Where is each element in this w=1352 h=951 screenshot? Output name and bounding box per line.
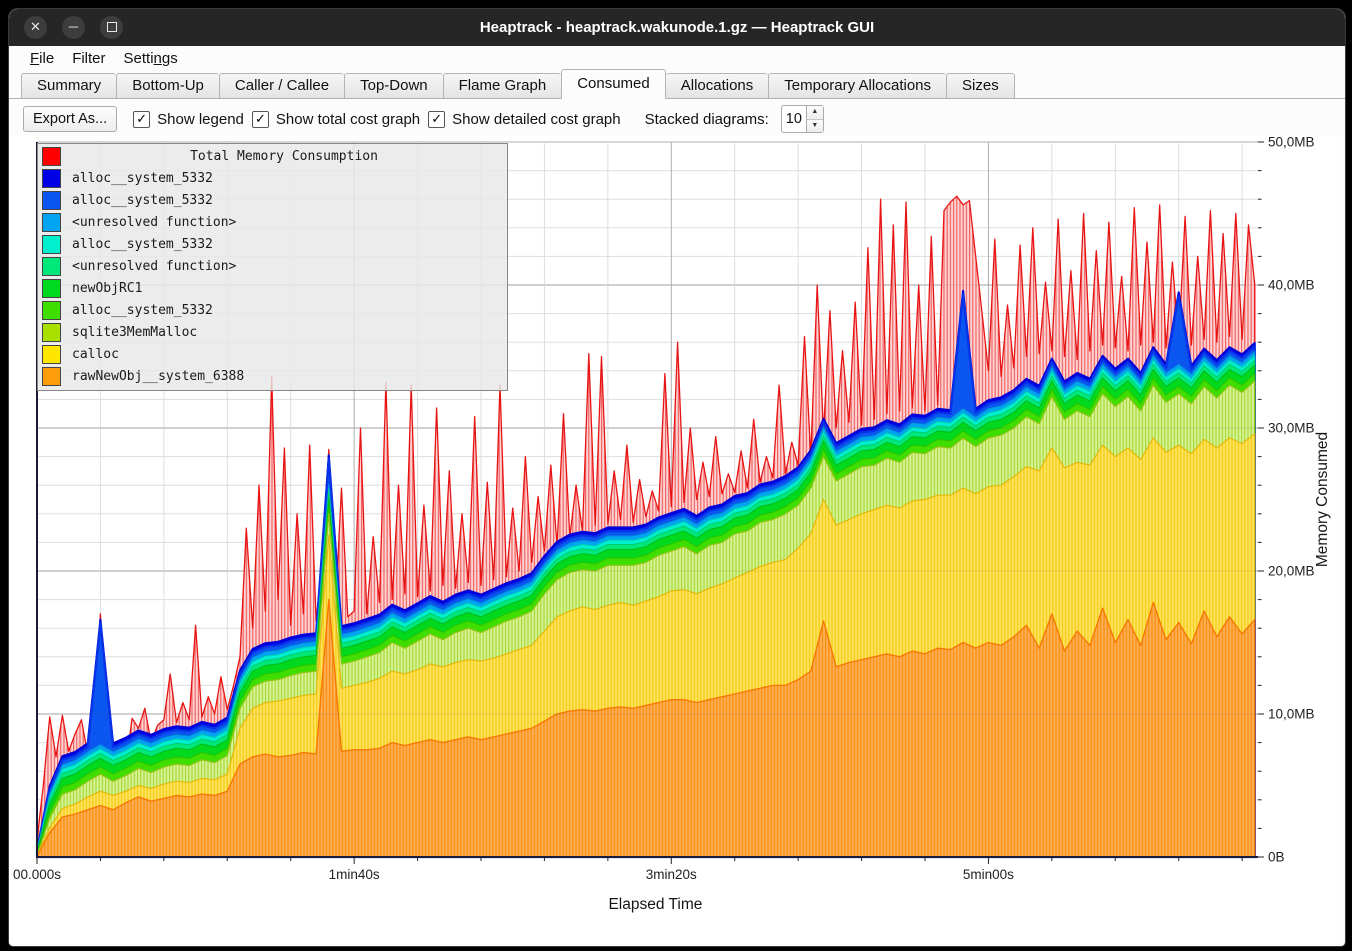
tab-flame-graph[interactable]: Flame Graph <box>443 73 562 99</box>
toolbar: Export As... ✓ Show legend ✓ Show total cos… <box>9 99 1345 139</box>
legend-row-rawNewObj: rawNewObj__system_6388 <box>38 365 507 387</box>
x-tick-label: 3min20s <box>646 867 697 882</box>
app-window: ✕ ─ Heaptrack - heaptrack.wakunode.1.gz … <box>8 8 1346 947</box>
titlebar: ✕ ─ Heaptrack - heaptrack.wakunode.1.gz … <box>9 9 1345 46</box>
checkbox-show-legend[interactable]: ✓ Show legend <box>133 111 244 128</box>
checkbox-show-total-cost-graph[interactable]: ✓ Show total cost graph <box>252 111 420 128</box>
legend-row-alloc_green: alloc__system_5332 <box>38 299 507 321</box>
legend-label: alloc__system_5332 <box>72 303 213 318</box>
legend-row-alloc_cyan: alloc__system_5332 <box>38 233 507 255</box>
checkbox-box[interactable]: ✓ <box>428 111 445 128</box>
legend-swatch-icon <box>42 213 61 232</box>
legend-label: sqlite3MemMalloc <box>72 325 197 340</box>
legend-row-calloc: calloc <box>38 343 507 365</box>
checkbox-box[interactable]: ✓ <box>252 111 269 128</box>
chart-area[interactable]: 0B 10,0MB 20,0MB 30,0MB 40,0MB 50,0MB 00.000s 1… <box>9 136 1343 944</box>
menubar: FileFilterSettings <box>9 46 1345 70</box>
tab-summary[interactable]: Summary <box>21 73 116 99</box>
checkbox-label: Show detailed cost graph <box>452 111 620 128</box>
legend-title: Total Memory Consumption <box>61 149 507 164</box>
y-tick-label: 10,0MB <box>1268 707 1315 722</box>
stacked-diagrams-label: Stacked diagrams: <box>645 111 769 128</box>
y-tick-label: 0B <box>1268 850 1285 865</box>
legend-label: calloc <box>72 347 119 362</box>
tab-allocations[interactable]: Allocations <box>666 73 769 99</box>
checkbox-label: Show legend <box>157 111 244 128</box>
stacked-diagrams-spinner[interactable]: 10 ▲ ▼ <box>781 105 824 133</box>
tab-sizes[interactable]: Sizes <box>946 73 1015 99</box>
x-tick-label: 5min00s <box>963 867 1014 882</box>
tab-temporary-allocations[interactable]: Temporary Allocations <box>768 73 946 99</box>
legend-row-total: Total Memory Consumption <box>38 145 507 167</box>
menu-item-file[interactable]: File <box>21 49 63 68</box>
legend-swatch-icon <box>42 323 61 342</box>
legend-row-alloc_blue: alloc__system_5332 <box>38 189 507 211</box>
checkbox-label: Show total cost graph <box>276 111 420 128</box>
legend-label: alloc__system_5332 <box>72 171 213 186</box>
y-tick-label: 50,0MB <box>1268 136 1315 150</box>
legend-label: <unresolved function> <box>72 215 236 230</box>
window-title: Heaptrack - heaptrack.wakunode.1.gz — He… <box>9 9 1345 46</box>
x-tick-label: 1min40s <box>329 867 380 882</box>
legend-swatch-icon <box>42 169 61 188</box>
checkbox-show-detailed-cost-graph[interactable]: ✓ Show detailed cost graph <box>428 111 620 128</box>
spinner-up-icon[interactable]: ▲ <box>807 106 823 120</box>
menu-item-settings[interactable]: Settings <box>115 49 187 68</box>
spinner-buttons: ▲ ▼ <box>806 106 823 132</box>
y-tick-label: 20,0MB <box>1268 564 1315 579</box>
legend-row-unresolved_blue: <unresolved function> <box>38 211 507 233</box>
y-tick-label: 30,0MB <box>1268 421 1315 436</box>
legend-swatch-icon <box>42 301 61 320</box>
y-tick-label: 40,0MB <box>1268 278 1315 293</box>
legend-label: alloc__system_5332 <box>72 237 213 252</box>
export-as-button[interactable]: Export As... <box>23 106 117 132</box>
tab-top-down[interactable]: Top-Down <box>344 73 443 99</box>
legend-swatch-icon <box>42 191 61 210</box>
legend-label: rawNewObj__system_6388 <box>72 369 244 384</box>
legend-swatch-icon <box>42 345 61 364</box>
checkbox-box[interactable]: ✓ <box>133 111 150 128</box>
legend-swatch-icon <box>42 367 61 386</box>
menu-item-filter[interactable]: Filter <box>63 49 114 68</box>
spinner-down-icon[interactable]: ▼ <box>807 120 823 133</box>
legend-swatch-icon <box>42 279 61 298</box>
legend-label: <unresolved function> <box>72 259 236 274</box>
chart-legend: Total Memory Consumption alloc__system_53… <box>37 143 508 391</box>
tabbar: SummaryBottom-UpCaller / CalleeTop-DownF… <box>9 70 1345 99</box>
y-axis-title: Memory Consumed <box>1314 432 1331 567</box>
legend-swatch-icon <box>42 257 61 276</box>
legend-label: alloc__system_5332 <box>72 193 213 208</box>
legend-row-alloc_darkblue: alloc__system_5332 <box>38 167 507 189</box>
spinner-value[interactable]: 10 <box>782 106 806 132</box>
legend-label: newObjRC1 <box>72 281 142 296</box>
tab-caller-callee[interactable]: Caller / Callee <box>219 73 344 99</box>
legend-row-unresolved_green: <unresolved function> <box>38 255 507 277</box>
legend-swatch-icon <box>42 147 61 166</box>
x-axis-title: Elapsed Time <box>608 896 702 913</box>
x-tick-label: 00.000s <box>13 867 61 882</box>
legend-swatch-icon <box>42 235 61 254</box>
legend-row-sqlite3MemMalloc: sqlite3MemMalloc <box>38 321 507 343</box>
legend-row-newObjRC1: newObjRC1 <box>38 277 507 299</box>
checkbox-group: ✓ Show legend ✓ Show total cost graph ✓ Show … <box>125 111 620 128</box>
tab-bottom-up[interactable]: Bottom-Up <box>116 73 219 99</box>
tab-consumed[interactable]: Consumed <box>561 69 666 99</box>
